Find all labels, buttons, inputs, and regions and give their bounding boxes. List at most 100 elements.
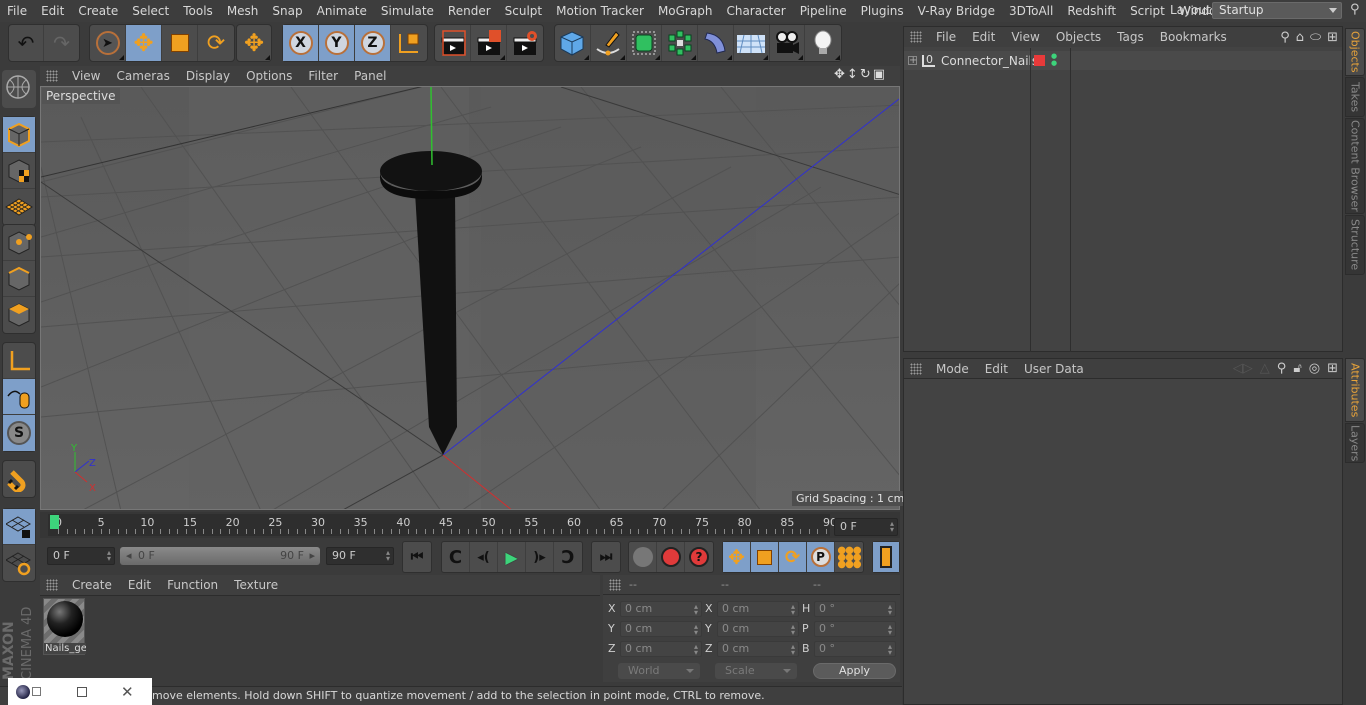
key-rotation-button[interactable]: ⟳ (779, 542, 807, 572)
workplane-align-button[interactable] (3, 545, 35, 581)
menu-redshift[interactable]: Redshift (1060, 4, 1123, 18)
coordinate-system-button[interactable] (391, 25, 427, 61)
texture-mode-button[interactable] (3, 153, 35, 189)
spinner-icon[interactable]: ▴ ▾ (694, 623, 698, 637)
spinner-icon[interactable]: ▴ ▾ (888, 603, 892, 617)
camera-label[interactable]: Perspective (42, 88, 120, 104)
objects-menu-view[interactable]: View (1003, 30, 1047, 44)
home-icon[interactable]: ⌂ (1296, 30, 1304, 45)
maximize-icon[interactable] (77, 686, 87, 697)
redo-button[interactable]: ↷ (44, 25, 79, 61)
menu-mesh[interactable]: Mesh (220, 4, 266, 18)
key-pla-button[interactable]: ●●● ●●● ●●● (835, 542, 863, 572)
floor-button[interactable] (734, 25, 770, 61)
end-frame-field[interactable]: 90 F ▴ ▾ (326, 547, 394, 565)
pan-view-icon[interactable]: ✥ (834, 67, 845, 82)
spinner-icon[interactable]: ▴ ▾ (791, 603, 795, 617)
scale-tool-button[interactable] (162, 25, 198, 61)
expand-icon[interactable]: + (908, 56, 917, 66)
objects-menu-file[interactable]: File (928, 30, 964, 44)
light-button[interactable] (805, 25, 841, 61)
coordinate-field[interactable]: 0 cm ▴ ▾ (620, 641, 702, 657)
menu-tools[interactable]: Tools (176, 4, 220, 18)
dolly-view-icon[interactable]: ↕ (847, 67, 858, 82)
bend-deformer-button[interactable] (698, 25, 734, 61)
workplane-mode-button[interactable] (3, 189, 35, 225)
column-separator[interactable] (1070, 48, 1071, 352)
lock-icon[interactable]: 🔓︎ (1293, 361, 1301, 376)
panel-grip-icon[interactable] (46, 579, 58, 591)
orbit-view-icon[interactable]: ↻ (860, 67, 871, 82)
tab-content-browser[interactable]: Content Browser (1345, 118, 1365, 214)
rotate-tool-button[interactable]: ⟳ (198, 25, 234, 61)
material-item[interactable]: Nails_ge (43, 598, 86, 655)
tab-takes[interactable]: Takes (1345, 77, 1365, 117)
restore-icon[interactable] (32, 687, 41, 696)
solo-button[interactable]: S (3, 415, 35, 451)
object-name[interactable]: Connector_Nails (941, 54, 1038, 68)
panel-grip-icon[interactable] (910, 362, 922, 375)
menu-select[interactable]: Select (125, 4, 176, 18)
viewport-menu-filter[interactable]: Filter (300, 69, 346, 83)
render-settings-button[interactable] (507, 25, 543, 61)
cloner-button[interactable] (662, 25, 698, 61)
autokey-button[interactable] (657, 542, 685, 572)
menu-edit[interactable]: Edit (34, 4, 71, 18)
start-frame-field[interactable]: 0 F ▴ ▾ (47, 547, 115, 565)
polygons-mode-button[interactable] (3, 297, 35, 333)
timeline-ruler[interactable]: 051015202530354045505560657075808590 (48, 514, 837, 536)
snap-button[interactable] (3, 461, 35, 497)
new-panel-icon[interactable]: ⊞ (1327, 30, 1338, 45)
menu-script[interactable]: Script (1123, 4, 1172, 18)
coordinate-field[interactable]: 0 ° ▴ ▾ (814, 621, 896, 637)
coordinate-field[interactable]: 0 ° ▴ ▾ (814, 601, 896, 617)
playhead[interactable] (50, 515, 59, 529)
z-axis-lock-button[interactable]: Z (355, 25, 391, 61)
coordinate-field[interactable]: 0 cm ▴ ▾ (620, 601, 702, 617)
close-icon[interactable]: ✕ (121, 683, 134, 701)
coordinate-field[interactable]: 0 cm ▴ ▾ (717, 641, 799, 657)
next-frame-button[interactable]: )▸ (526, 542, 554, 572)
keyframe-selection-button[interactable]: ? (685, 542, 713, 572)
subdivision-surface-button[interactable] (627, 25, 663, 61)
spinner-icon[interactable]: ▴ ▾ (791, 623, 795, 637)
next-key-button[interactable]: Ↄ (554, 542, 582, 572)
apply-button[interactable]: Apply (813, 663, 896, 679)
spinner-icon[interactable]: ▴ ▾ (694, 643, 698, 657)
menu-snap[interactable]: Snap (265, 4, 309, 18)
viewport-menu-options[interactable]: Options (238, 69, 300, 83)
go-to-start-button[interactable]: ⏮ (403, 542, 431, 572)
menu-character[interactable]: Character (719, 4, 792, 18)
spinner-icon[interactable]: ▴ ▾ (888, 643, 892, 657)
pen-spline-button[interactable] (591, 25, 627, 61)
undo-button[interactable]: ↶ (9, 25, 45, 61)
new-panel-icon[interactable]: ⊞ (1327, 361, 1338, 376)
x-axis-lock-button[interactable]: X (283, 25, 319, 61)
go-to-end-button[interactable]: ⏭ (592, 542, 620, 572)
cube-button[interactable] (555, 25, 591, 61)
search-icon[interactable]: ⚲ (1350, 2, 1360, 17)
viewport-menu-view[interactable]: View (64, 69, 108, 83)
coordinate-mode-dropdown[interactable]: World (618, 663, 700, 679)
play-button[interactable]: ▶ (498, 542, 526, 572)
menu-vray-bridge[interactable]: V-Ray Bridge (911, 4, 1002, 18)
panel-grip-icon[interactable] (46, 70, 58, 82)
menu-sculpt[interactable]: Sculpt (498, 4, 549, 18)
toggle-layout-icon[interactable]: ▣ (873, 67, 885, 82)
coordinate-field[interactable]: 0 cm ▴ ▾ (717, 601, 799, 617)
3d-viewport[interactable]: Y Z X (40, 86, 900, 510)
render-view-button[interactable] (435, 25, 471, 61)
menu-motion-tracker[interactable]: Motion Tracker (549, 4, 651, 18)
previous-key-button[interactable]: C (442, 542, 470, 572)
timeline-window-button[interactable] (873, 542, 899, 572)
spinner-icon[interactable]: ▴ ▾ (694, 603, 698, 617)
tab-structure[interactable]: Structure (1345, 215, 1365, 275)
spinner-icon[interactable]: ▴ ▾ (888, 623, 892, 637)
objects-menu-tags[interactable]: Tags (1109, 30, 1152, 44)
range-left-arrow-icon[interactable]: ◂ (126, 547, 132, 565)
tab-objects[interactable]: Objects (1345, 28, 1365, 76)
edges-mode-button[interactable] (3, 261, 35, 297)
tab-attributes[interactable]: Attributes (1345, 358, 1365, 422)
size-mode-dropdown[interactable]: Scale (715, 663, 797, 679)
current-frame-field[interactable]: 0 F ▴ ▾ (834, 518, 898, 536)
